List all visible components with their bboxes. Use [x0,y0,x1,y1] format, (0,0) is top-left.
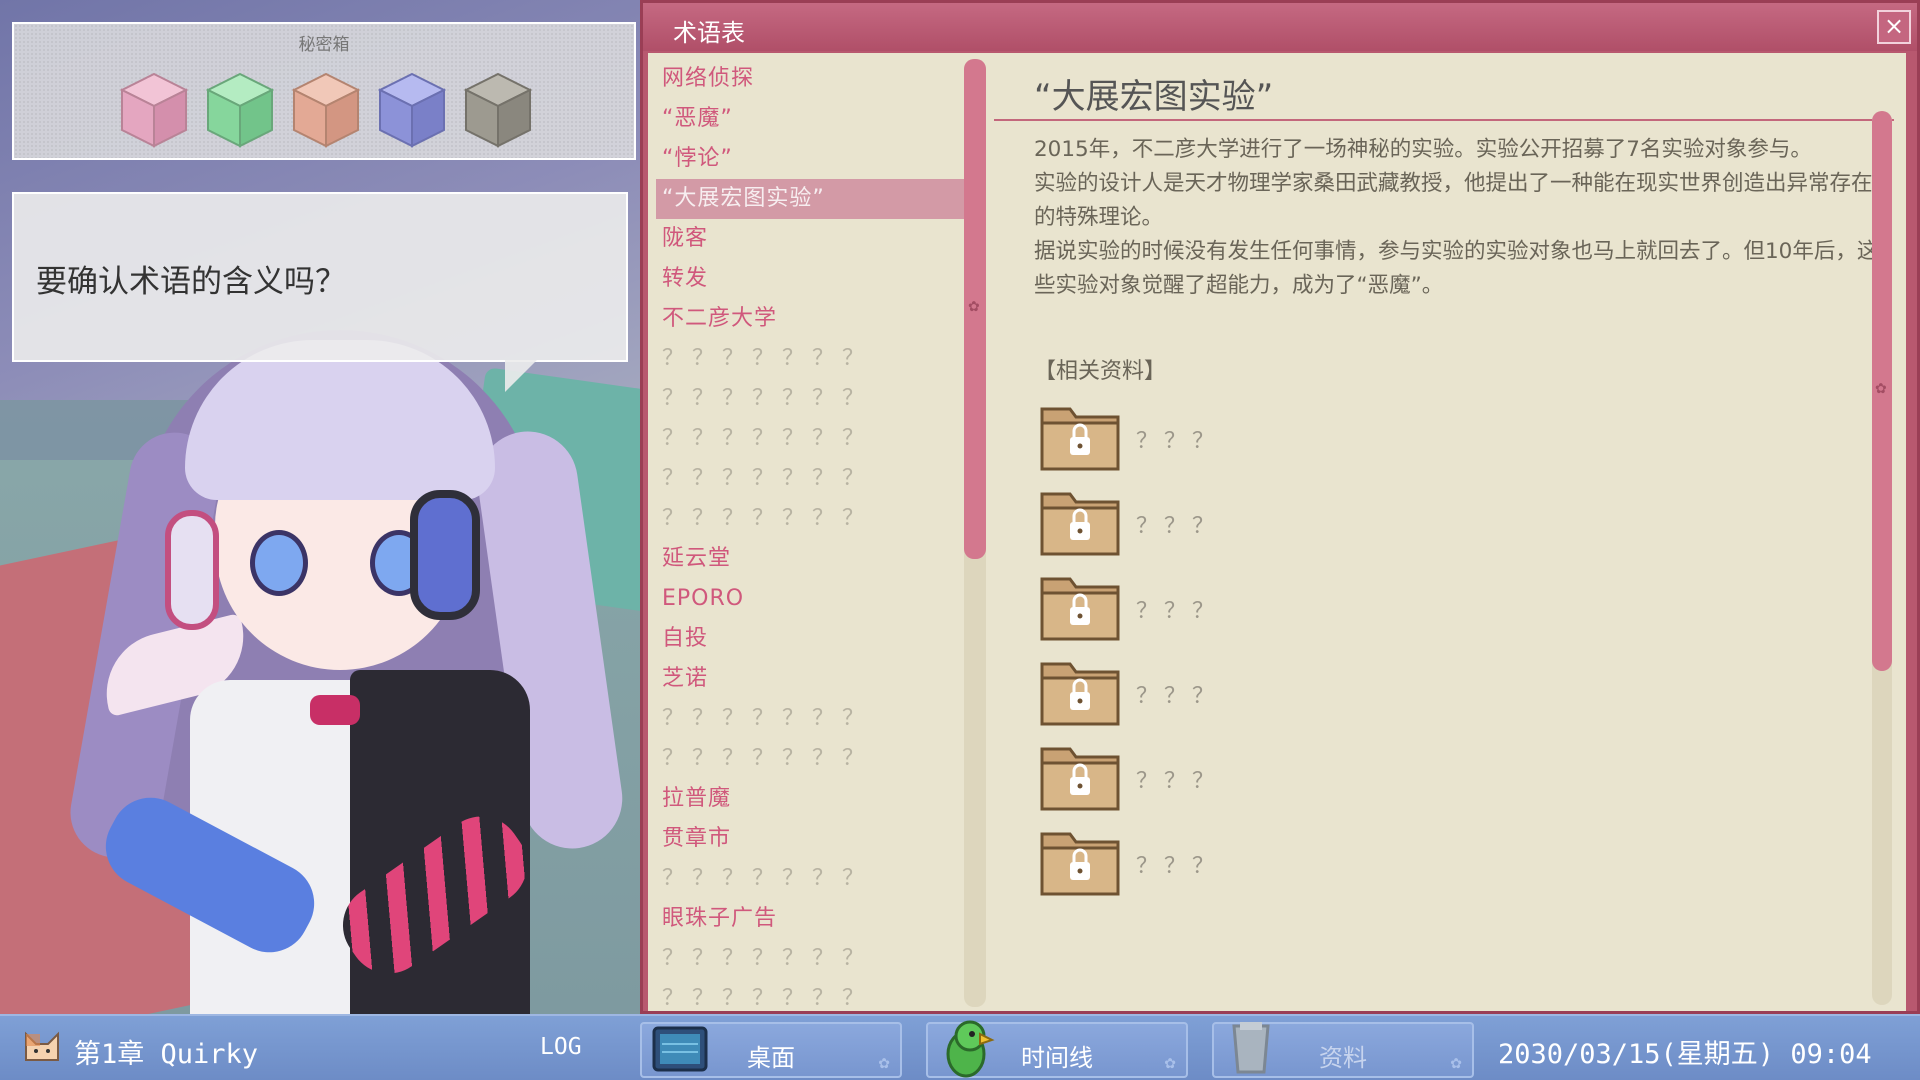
blue-cube-icon[interactable] [376,70,448,150]
dialogue-box[interactable]: 要确认术语的含义吗？ [12,192,628,362]
term-item-locked[interactable]: ？？？？？？？ [656,739,966,779]
secret-box-title: 秘密箱 [298,35,350,55]
term-item[interactable]: 眼珠子广告 [656,899,966,939]
taskbar: 第1章 Quirky LOG 桌面 ✿ 时间线 ✿ 资料 ✿ 2030/03/1… [0,1014,1920,1080]
related-file-label: ？？？ [1136,599,1221,624]
term-detail-title: “大展宏图实验” [1034,77,1274,117]
term-item[interactable]: EPORO [656,579,966,619]
term-list-scroll-thumb[interactable]: ✿ [964,59,986,559]
desktop-button-label: 桌面 [747,1044,795,1072]
term-list-scrollbar[interactable]: ✿ [964,59,986,1007]
paw-icon: ✿ [1164,1056,1176,1072]
timeline-button-label: 时间线 [1021,1044,1093,1072]
term-item-locked[interactable]: ？？？？？？？ [656,859,966,899]
term-item[interactable]: “恶魔” [656,99,966,139]
log-button[interactable]: LOG [540,1034,582,1060]
term-detail-divider [994,119,1894,121]
description-paragraph: 据说实验的时候没有发生任何事情，参与实验的实验对象也马上就回去了。但10年后，这… [1034,239,1879,298]
pink-cube-icon[interactable] [118,70,190,150]
term-item-locked[interactable]: ？？？？？？？ [656,979,966,1011]
term-item-locked[interactable]: ？？？？？？？ [656,699,966,739]
cat-icon [22,1030,62,1068]
term-item-locked[interactable]: ？？？？？？？ [656,939,966,979]
related-file-label: ？？？ [1136,429,1221,454]
locked-folder-icon [1036,648,1124,730]
description-paragraph: 实验的设计人是天才物理学家桑田武藏教授，他提出了一种能在现实世界创造出异常存在的… [1034,171,1873,230]
term-item-locked[interactable]: ？？？？？？？ [656,419,966,459]
glossary-title: 术语表 [673,19,745,47]
headphone-left [165,510,219,630]
related-file-item[interactable]: ？？？ [1036,478,1336,568]
term-detail-description: 2015年，不二彦大学进行了一场神秘的实验。实验公开招募了7名实验对象参与。 实… [1034,133,1884,303]
term-item[interactable]: 陇客 [656,219,966,259]
character-bow [310,695,360,725]
character-eye-left [250,530,308,596]
locked-folder-icon [1036,478,1124,560]
term-item[interactable]: 芝诺 [656,659,966,699]
term-item-locked[interactable]: ？？？？？？？ [656,499,966,539]
term-item-locked[interactable]: ？？？？？？？ [656,459,966,499]
detail-scroll-thumb[interactable]: ✿ [1872,111,1892,671]
term-item[interactable]: 贯章市 [656,819,966,859]
term-item[interactable]: 转发 [656,259,966,299]
term-detail: “大展宏图实验” 2015年，不二彦大学进行了一场神秘的实验。实验公开招募了7名… [994,53,1894,1011]
related-file-item[interactable]: ？？？ [1036,393,1336,483]
peach-cube-icon[interactable] [290,70,362,150]
green-cube-icon[interactable] [204,70,276,150]
locked-folder-icon [1036,563,1124,645]
related-file-item[interactable]: ？？？ [1036,563,1336,653]
related-file-label: ？？？ [1136,684,1221,709]
paw-icon: ✿ [968,299,980,315]
glossary-body: 网络侦探 “恶魔” “悖论” “大展宏图实验” 陇客 转发 不二彦大学？？？？？？？？？？？… [648,53,1906,1011]
secret-box-panel: 秘密箱 [12,22,636,160]
description-paragraph: 2015年，不二彦大学进行了一场神秘的实验。实验公开招募了7名实验对象参与。 [1034,137,1812,162]
chapter-label: 第1章 Quirky [74,1039,259,1070]
documents-button[interactable]: 资料 ✿ [1212,1022,1474,1078]
related-file-label: ？？？ [1136,769,1221,794]
glossary-titlebar: 术语表 × [643,3,1917,51]
term-item-locked[interactable]: ？？？？？？？ [656,339,966,379]
dialogue-tail [505,360,537,392]
gray-cube-icon[interactable] [462,70,534,150]
detail-scrollbar[interactable]: ✿ [1872,111,1892,1005]
locked-folder-icon [1036,818,1124,900]
locked-folder-icon [1036,733,1124,815]
term-item[interactable]: “悖论” [656,139,966,179]
term-item[interactable]: 网络侦探 [656,59,966,99]
related-file-item[interactable]: ？？？ [1036,818,1336,908]
glossary-window: 术语表 × 网络侦探 “恶魔” “悖论” “大展宏图实验” 陇客 转发 不二彦大学？？？？？… [640,0,1920,1014]
dialogue-text: 要确认术语的含义吗？ [36,264,346,300]
character-scene: 秘密箱 要确认术语的含义吗？ [0,0,640,1014]
related-files-heading: 【相关资料】 [1034,359,1167,384]
headphone-right [410,490,480,620]
term-item[interactable]: 拉普魔 [656,779,966,819]
timeline-button[interactable]: 时间线 ✿ [926,1020,1188,1078]
locked-folder-icon [1036,393,1124,475]
term-item[interactable]: 不二彦大学 [656,299,966,339]
term-item[interactable]: 自投 [656,619,966,659]
close-icon[interactable]: × [1877,10,1911,44]
term-item-locked[interactable]: ？？？？？？？ [656,379,966,419]
term-item[interactable]: “大展宏图实验” [656,179,966,219]
related-file-item[interactable]: ？？？ [1036,733,1336,823]
related-file-item[interactable]: ？？？ [1036,648,1336,738]
paw-icon: ✿ [1450,1056,1462,1072]
term-list: 网络侦探 “恶魔” “悖论” “大展宏图实验” 陇客 转发 不二彦大学？？？？？？？？？？？… [648,53,966,1011]
desktop-button[interactable]: 桌面 ✿ [640,1022,902,1078]
paw-icon: ✿ [878,1056,890,1072]
term-item[interactable]: 延云堂 [656,539,966,579]
datetime-display: 2030/03/15(星期五) 09:04 [1498,1039,1872,1070]
documents-button-label: 资料 [1319,1044,1367,1072]
related-file-label: ？？？ [1136,514,1221,539]
related-file-label: ？？？ [1136,854,1221,879]
paw-icon: ✿ [1875,381,1887,397]
